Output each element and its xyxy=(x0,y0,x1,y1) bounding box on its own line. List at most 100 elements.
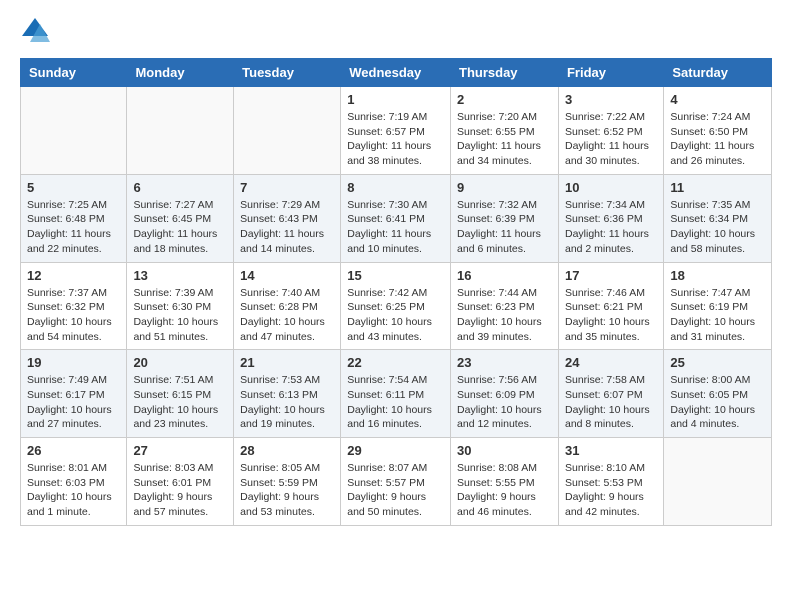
weekday-header-monday: Monday xyxy=(127,59,234,87)
day-number: 2 xyxy=(457,92,552,107)
logo xyxy=(20,16,54,46)
weekday-header-thursday: Thursday xyxy=(451,59,559,87)
header xyxy=(20,16,772,46)
day-number: 10 xyxy=(565,180,657,195)
day-info: Sunrise: 8:00 AM Sunset: 6:05 PM Dayligh… xyxy=(670,373,765,432)
day-number: 23 xyxy=(457,355,552,370)
day-number: 17 xyxy=(565,268,657,283)
day-number: 30 xyxy=(457,443,552,458)
calendar-cell: 15 Sunrise: 7:42 AM Sunset: 6:25 PM Dayli… xyxy=(341,262,451,350)
calendar-cell: 1 Sunrise: 7:19 AM Sunset: 6:57 PM Daylig… xyxy=(341,87,451,175)
calendar-cell: 26 Sunrise: 8:01 AM Sunset: 6:03 PM Dayli… xyxy=(21,438,127,526)
day-number: 9 xyxy=(457,180,552,195)
calendar-cell xyxy=(21,87,127,175)
day-number: 7 xyxy=(240,180,334,195)
calendar-cell: 8 Sunrise: 7:30 AM Sunset: 6:41 PM Daylig… xyxy=(341,174,451,262)
calendar-cell: 11 Sunrise: 7:35 AM Sunset: 6:34 PM Dayli… xyxy=(664,174,772,262)
day-info: Sunrise: 7:58 AM Sunset: 6:07 PM Dayligh… xyxy=(565,373,657,432)
day-info: Sunrise: 8:05 AM Sunset: 5:59 PM Dayligh… xyxy=(240,461,334,520)
calendar-cell: 18Sunrise: 7:47 AM Sunset: 6:19 PM Dayli… xyxy=(664,262,772,350)
day-info: Sunrise: 7:32 AM Sunset: 6:39 PM Dayligh… xyxy=(457,198,552,257)
calendar-cell: 16 Sunrise: 7:44 AM Sunset: 6:23 PM Dayli… xyxy=(451,262,559,350)
calendar-cell: 25 Sunrise: 8:00 AM Sunset: 6:05 PM Dayli… xyxy=(664,350,772,438)
calendar-cell: 27 Sunrise: 8:03 AM Sunset: 6:01 PM Dayli… xyxy=(127,438,234,526)
day-number: 13 xyxy=(133,268,227,283)
calendar-cell: 3Sunrise: 7:22 AM Sunset: 6:52 PM Daylig… xyxy=(558,87,663,175)
day-info: Sunrise: 7:27 AM Sunset: 6:45 PM Dayligh… xyxy=(133,198,227,257)
calendar-cell: 22 Sunrise: 7:54 AM Sunset: 6:11 PM Dayli… xyxy=(341,350,451,438)
day-info: Sunrise: 8:01 AM Sunset: 6:03 PM Dayligh… xyxy=(27,461,120,520)
weekday-header-row: SundayMondayTuesdayWednesdayThursdayFrid… xyxy=(21,59,772,87)
day-number: 31 xyxy=(565,443,657,458)
day-info: Sunrise: 7:47 AM Sunset: 6:19 PM Dayligh… xyxy=(670,286,765,345)
day-number: 19 xyxy=(27,355,120,370)
calendar-week-row: 26 Sunrise: 8:01 AM Sunset: 6:03 PM Dayli… xyxy=(21,438,772,526)
calendar-cell: 17 Sunrise: 7:46 AM Sunset: 6:21 PM Dayli… xyxy=(558,262,663,350)
day-number: 29 xyxy=(347,443,444,458)
day-number: 24 xyxy=(565,355,657,370)
day-info: Sunrise: 7:19 AM Sunset: 6:57 PM Dayligh… xyxy=(347,110,444,169)
day-info: Sunrise: 7:34 AM Sunset: 6:36 PM Dayligh… xyxy=(565,198,657,257)
calendar-cell: 24 Sunrise: 7:58 AM Sunset: 6:07 PM Dayli… xyxy=(558,350,663,438)
day-number: 15 xyxy=(347,268,444,283)
day-number: 22 xyxy=(347,355,444,370)
calendar-cell: 19 Sunrise: 7:49 AM Sunset: 6:17 PM Dayli… xyxy=(21,350,127,438)
day-info: Sunrise: 7:25 AM Sunset: 6:48 PM Dayligh… xyxy=(27,198,120,257)
day-info: Sunrise: 7:46 AM Sunset: 6:21 PM Dayligh… xyxy=(565,286,657,345)
day-info: Sunrise: 7:53 AM Sunset: 6:13 PM Dayligh… xyxy=(240,373,334,432)
day-info: Sunrise: 7:56 AM Sunset: 6:09 PM Dayligh… xyxy=(457,373,552,432)
weekday-header-wednesday: Wednesday xyxy=(341,59,451,87)
calendar-week-row: 5 Sunrise: 7:25 AM Sunset: 6:48 PM Daylig… xyxy=(21,174,772,262)
day-number: 1 xyxy=(347,92,444,107)
day-info: Sunrise: 7:39 AM Sunset: 6:30 PM Dayligh… xyxy=(133,286,227,345)
calendar-week-row: 1 Sunrise: 7:19 AM Sunset: 6:57 PM Daylig… xyxy=(21,87,772,175)
day-info: Sunrise: 8:07 AM Sunset: 5:57 PM Dayligh… xyxy=(347,461,444,520)
calendar-cell: 31Sunrise: 8:10 AM Sunset: 5:53 PM Dayli… xyxy=(558,438,663,526)
day-info: Sunrise: 7:40 AM Sunset: 6:28 PM Dayligh… xyxy=(240,286,334,345)
calendar-cell: 6 Sunrise: 7:27 AM Sunset: 6:45 PM Daylig… xyxy=(127,174,234,262)
calendar: SundayMondayTuesdayWednesdayThursdayFrid… xyxy=(20,58,772,526)
day-info: Sunrise: 7:49 AM Sunset: 6:17 PM Dayligh… xyxy=(27,373,120,432)
calendar-cell: 30 Sunrise: 8:08 AM Sunset: 5:55 PM Dayli… xyxy=(451,438,559,526)
day-number: 5 xyxy=(27,180,120,195)
calendar-week-row: 12Sunrise: 7:37 AM Sunset: 6:32 PM Dayli… xyxy=(21,262,772,350)
calendar-cell: 29 Sunrise: 8:07 AM Sunset: 5:57 PM Dayli… xyxy=(341,438,451,526)
calendar-cell: 12Sunrise: 7:37 AM Sunset: 6:32 PM Dayli… xyxy=(21,262,127,350)
weekday-header-friday: Friday xyxy=(558,59,663,87)
weekday-header-sunday: Sunday xyxy=(21,59,127,87)
calendar-cell: 2 Sunrise: 7:20 AM Sunset: 6:55 PM Daylig… xyxy=(451,87,559,175)
day-info: Sunrise: 7:35 AM Sunset: 6:34 PM Dayligh… xyxy=(670,198,765,257)
day-number: 26 xyxy=(27,443,120,458)
calendar-cell xyxy=(234,87,341,175)
day-info: Sunrise: 7:54 AM Sunset: 6:11 PM Dayligh… xyxy=(347,373,444,432)
calendar-week-row: 19 Sunrise: 7:49 AM Sunset: 6:17 PM Dayli… xyxy=(21,350,772,438)
page: SundayMondayTuesdayWednesdayThursdayFrid… xyxy=(0,0,792,542)
day-number: 16 xyxy=(457,268,552,283)
day-info: Sunrise: 7:29 AM Sunset: 6:43 PM Dayligh… xyxy=(240,198,334,257)
logo-icon xyxy=(20,16,50,46)
calendar-cell: 14 Sunrise: 7:40 AM Sunset: 6:28 PM Dayli… xyxy=(234,262,341,350)
day-info: Sunrise: 7:44 AM Sunset: 6:23 PM Dayligh… xyxy=(457,286,552,345)
calendar-cell: 4 Sunrise: 7:24 AM Sunset: 6:50 PM Daylig… xyxy=(664,87,772,175)
day-info: Sunrise: 7:24 AM Sunset: 6:50 PM Dayligh… xyxy=(670,110,765,169)
day-number: 28 xyxy=(240,443,334,458)
calendar-cell: 13 Sunrise: 7:39 AM Sunset: 6:30 PM Dayli… xyxy=(127,262,234,350)
day-number: 4 xyxy=(670,92,765,107)
day-number: 25 xyxy=(670,355,765,370)
day-info: Sunrise: 8:08 AM Sunset: 5:55 PM Dayligh… xyxy=(457,461,552,520)
calendar-cell: 5 Sunrise: 7:25 AM Sunset: 6:48 PM Daylig… xyxy=(21,174,127,262)
calendar-cell: 23 Sunrise: 7:56 AM Sunset: 6:09 PM Dayli… xyxy=(451,350,559,438)
day-info: Sunrise: 7:42 AM Sunset: 6:25 PM Dayligh… xyxy=(347,286,444,345)
day-info: Sunrise: 8:03 AM Sunset: 6:01 PM Dayligh… xyxy=(133,461,227,520)
day-info: Sunrise: 7:51 AM Sunset: 6:15 PM Dayligh… xyxy=(133,373,227,432)
calendar-cell xyxy=(127,87,234,175)
day-number: 6 xyxy=(133,180,227,195)
day-number: 8 xyxy=(347,180,444,195)
day-number: 11 xyxy=(670,180,765,195)
day-number: 27 xyxy=(133,443,227,458)
day-info: Sunrise: 7:30 AM Sunset: 6:41 PM Dayligh… xyxy=(347,198,444,257)
day-number: 14 xyxy=(240,268,334,283)
calendar-cell: 10 Sunrise: 7:34 AM Sunset: 6:36 PM Dayli… xyxy=(558,174,663,262)
day-info: Sunrise: 7:20 AM Sunset: 6:55 PM Dayligh… xyxy=(457,110,552,169)
day-number: 20 xyxy=(133,355,227,370)
